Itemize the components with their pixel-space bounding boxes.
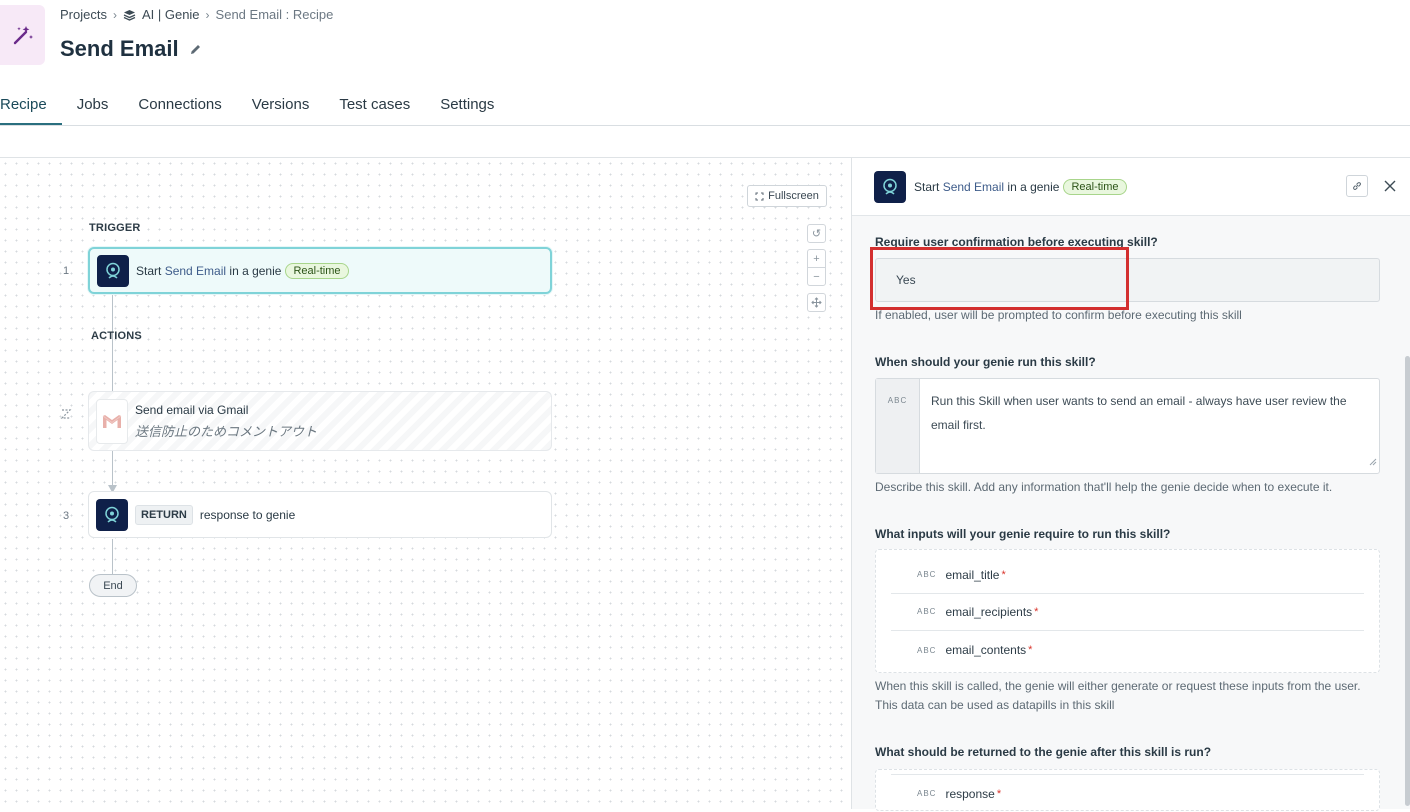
list-item[interactable]: ABC email_title * — [891, 556, 1364, 594]
inputs-help: When this skill is called, the genie wil… — [875, 679, 1361, 712]
actions-label: ACTIONS — [91, 330, 142, 342]
fullscreen-button[interactable]: Fullscreen — [747, 185, 827, 207]
when-help: Describe this skill. Add any information… — [875, 480, 1333, 494]
zoom-in-icon[interactable]: + — [807, 249, 826, 268]
header-prefix: Start — [914, 179, 940, 194]
trigger-label: TRIGGER — [89, 222, 141, 234]
highlight-box — [870, 247, 1129, 310]
end-pill: End — [89, 574, 137, 597]
gmail-step-card[interactable]: Send email via Gmail 送信防止のためコメントアウト — [88, 391, 552, 451]
breadcrumb-projects[interactable]: Projects — [60, 7, 107, 22]
reset-zoom-icon[interactable]: ↺ — [807, 224, 826, 243]
breadcrumb-folder[interactable]: AI | Genie — [142, 7, 200, 22]
recipe-canvas[interactable]: Fullscreen ↺ + − TRIGGER 1 Start Send Em… — [0, 157, 851, 809]
tab-jobs[interactable]: Jobs — [62, 96, 124, 126]
expand-icon — [755, 192, 764, 201]
step-text: response to genie — [199, 507, 296, 522]
trigger-step-card[interactable]: Start Send Email in a genie Real-time — [88, 247, 552, 294]
list-item[interactable]: ABC response * — [891, 774, 1364, 812]
step-prefix: Start — [136, 263, 162, 278]
inputs-label: What inputs will your genie require to r… — [875, 527, 1171, 541]
realtime-badge: Real-time — [285, 262, 349, 279]
step-suffix: in a genie — [229, 263, 282, 278]
header-link[interactable]: Send Email — [943, 180, 1004, 194]
required-marker: * — [1028, 644, 1033, 656]
list-item[interactable]: ABC email_contents * — [891, 631, 1364, 669]
link-icon[interactable] — [1346, 175, 1368, 197]
outputs-list: ABC response * — [875, 769, 1380, 811]
realtime-badge: Real-time — [1063, 178, 1127, 195]
step-number: 1 — [63, 265, 70, 277]
chevron-right-icon: › — [205, 7, 210, 22]
tab-settings[interactable]: Settings — [425, 96, 509, 126]
list-item[interactable]: ABC email_recipients * — [891, 593, 1364, 631]
page-title-text: Send Email — [60, 36, 179, 61]
tab-test-cases[interactable]: Test cases — [324, 96, 425, 126]
folder-icon — [123, 9, 136, 21]
input-name: email_recipients — [945, 604, 1033, 619]
input-name: email_contents — [945, 643, 1027, 657]
fullscreen-label: Fullscreen — [768, 190, 819, 202]
tab-versions[interactable]: Versions — [237, 96, 325, 126]
breadcrumb-current: Send Email : Recipe — [215, 7, 334, 22]
resize-handle-icon[interactable] — [1369, 453, 1377, 471]
genie-icon — [97, 254, 129, 287]
chevron-right-icon: › — [112, 7, 117, 22]
required-marker: * — [1001, 568, 1006, 581]
type-tag: ABC — [876, 379, 920, 473]
tab-recipe[interactable]: Recipe — [0, 96, 62, 126]
panel-header: Start Send Email in a genie Real-time — [852, 158, 1410, 216]
when-label: When should your genie run this skill? — [875, 355, 1096, 369]
type-tag: ABC — [917, 789, 937, 798]
required-marker: * — [996, 787, 1002, 800]
type-tag: ABC — [917, 645, 937, 655]
type-tag: ABC — [917, 607, 937, 616]
magic-wand-icon — [13, 26, 33, 45]
input-name: email_title — [945, 567, 1000, 582]
output-name: response — [945, 786, 995, 801]
step-number: 3 — [63, 510, 70, 522]
outputs-label: What should be returned to the genie aft… — [875, 745, 1212, 759]
step-title: Send email via Gmail — [135, 402, 249, 417]
required-marker: * — [1034, 605, 1039, 618]
genie-icon — [96, 498, 128, 531]
genie-icon — [874, 170, 906, 203]
flow-connector — [112, 539, 113, 575]
header-suffix: in a genie — [1007, 179, 1060, 194]
when-value: Run this Skill when user wants to send a… — [931, 394, 1347, 432]
zoom-out-icon[interactable]: − — [807, 267, 826, 286]
fit-view-icon[interactable] — [807, 293, 826, 312]
tab-bar: Recipe Jobs Connections Versions Test ca… — [0, 96, 509, 126]
breadcrumb: Projects › AI | Genie › Send Email : Rec… — [60, 7, 333, 22]
return-badge: RETURN — [135, 504, 193, 525]
type-tag: ABC — [917, 570, 937, 579]
close-icon[interactable] — [1379, 175, 1401, 197]
when-textarea[interactable]: ABC Run this Skill when user wants to se… — [875, 378, 1380, 474]
tabs-divider — [0, 125, 1410, 126]
step-link[interactable]: Send Email — [165, 264, 226, 278]
panel-scrollbar[interactable] — [1405, 356, 1410, 806]
page-title: Send Email — [60, 36, 202, 62]
tab-connections[interactable]: Connections — [123, 96, 236, 126]
pencil-icon[interactable] — [189, 43, 202, 56]
return-step-card[interactable]: RETURN response to genie — [88, 491, 552, 538]
inputs-list: ABC email_title * ABC email_recipients * A… — [875, 549, 1380, 673]
app-icon — [0, 5, 45, 65]
comment-out-icon — [60, 408, 72, 423]
gmail-icon — [96, 398, 128, 444]
step-note: 送信防止のためコメントアウト — [135, 423, 318, 439]
